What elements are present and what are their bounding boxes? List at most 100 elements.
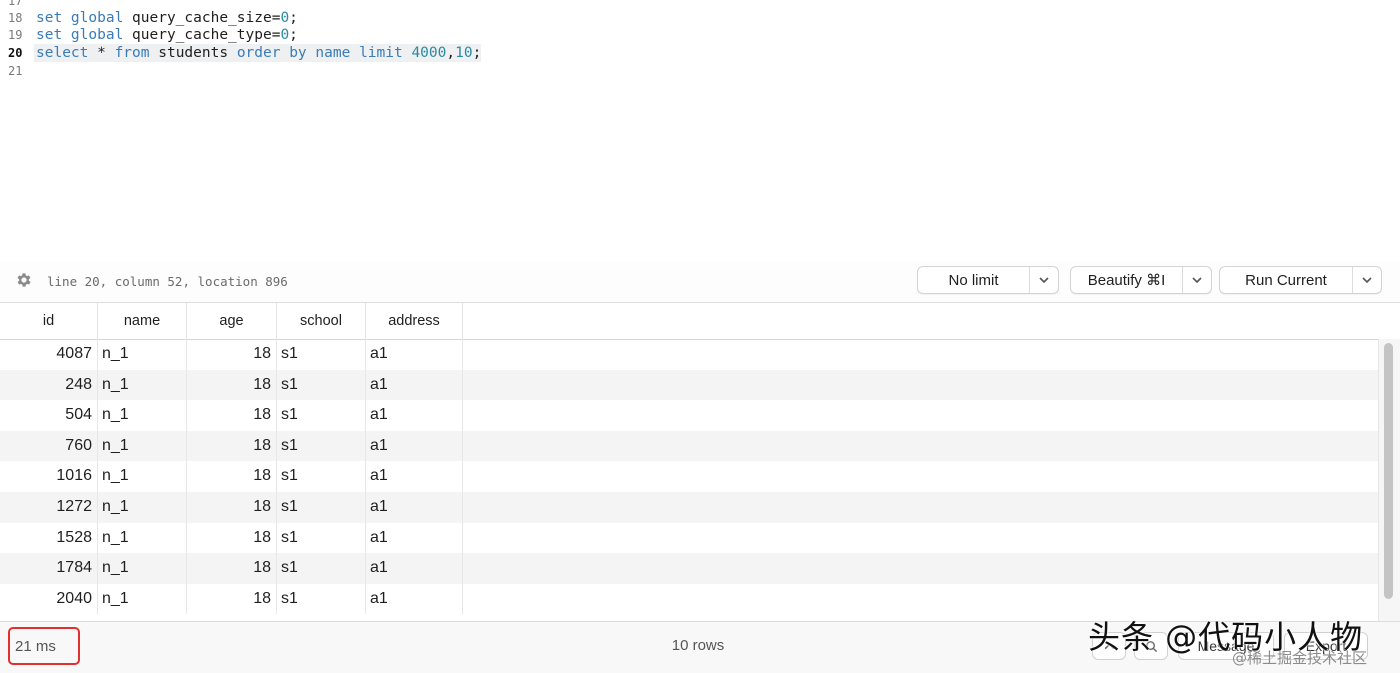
code-token: select [36,45,98,61]
code-line[interactable]: 19 set global query_cache_type=0; [0,26,298,44]
editor-toolbar: line 20, column 52, location 896 No limi… [0,262,1400,303]
column-header-name[interactable]: name [98,303,187,339]
line-number: 18 [8,11,23,25]
table-row[interactable]: 248 n_1 18 s1 a1 [0,369,1378,401]
cursor-position: line 20, column 52, location 896 [47,274,288,289]
table-cell-school[interactable]: s1 [277,400,366,431]
table-cell-age[interactable]: 18 [187,522,277,554]
code-token: by [289,45,316,61]
table-row[interactable]: 1016 n_1 18 s1 a1 [0,461,1378,492]
table-cell-school[interactable]: s1 [277,492,366,523]
code-text[interactable]: select * from students order by name lim… [34,44,482,62]
table-row[interactable]: 1784 n_1 18 s1 a1 [0,553,1378,584]
code-line[interactable]: 18 set global query_cache_size=0; [0,9,298,27]
code-token: ; [289,10,298,26]
line-number: 19 [8,28,23,42]
result-grid[interactable]: 4087 n_1 18 s1 a1 248 n_1 18 s1 a1 504 n_1 18 s1 a1 760… [0,339,1378,621]
code-token: order [236,45,290,61]
table-cell-school[interactable]: s1 [277,339,366,370]
table-cell-address[interactable]: a1 [366,522,463,554]
code-token: query_cache_size= [132,10,281,26]
code-text[interactable]: set global query_cache_size=0; [34,9,298,27]
table-cell-id[interactable]: 1528 [0,522,98,554]
code-token: 0 [280,27,290,43]
sql-editor[interactable]: 17 18 set global query_cache_size=0; 19 set … [0,0,1400,262]
table-cell-school[interactable]: s1 [277,522,366,554]
table-cell-age[interactable]: 18 [187,461,277,492]
table-cell-name[interactable]: n_1 [98,400,187,431]
code-token: query_cache_type= [132,27,281,43]
column-header-id[interactable]: id [0,303,98,339]
table-cell-age[interactable]: 18 [187,339,277,370]
table-cell-id[interactable]: 1784 [0,553,98,584]
vertical-scrollbar[interactable] [1378,339,1400,621]
watermark-subtext: @稀土掘金技术社区 [1232,649,1368,667]
code-token: set [36,27,71,43]
table-cell-address[interactable]: a1 [366,553,463,584]
code-token: * [97,45,115,61]
table-cell-id[interactable]: 504 [0,400,98,431]
table-cell-age[interactable]: 18 [187,553,277,584]
table-cell-name[interactable]: n_1 [98,492,187,523]
table-cell-address[interactable]: a1 [366,583,463,615]
table-cell-age[interactable]: 18 [187,492,277,523]
gear-icon[interactable] [15,271,33,289]
run-current-button[interactable]: Run Current [1219,266,1382,294]
table-cell-name[interactable]: n_1 [98,553,187,584]
table-cell-school[interactable]: s1 [277,461,366,492]
code-token: , [446,45,456,61]
code-line[interactable]: 20 select * from students order by name l… [0,44,482,62]
table-row[interactable]: 1272 n_1 18 s1 a1 [0,492,1378,523]
table-cell-name[interactable]: n_1 [98,430,187,462]
code-token: 4000 [411,45,447,61]
chevron-down-icon[interactable] [1352,267,1381,293]
table-cell-id[interactable]: 248 [0,369,98,401]
table-row[interactable]: 1528 n_1 18 s1 a1 [0,522,1378,554]
table-cell-address[interactable]: a1 [366,430,463,462]
table-cell-name[interactable]: n_1 [98,583,187,615]
table-cell-name[interactable]: n_1 [98,522,187,554]
column-header-age[interactable]: age [187,303,277,339]
table-cell-school[interactable]: s1 [277,369,366,401]
table-cell-id[interactable]: 1272 [0,492,98,523]
table-cell-age[interactable]: 18 [187,430,277,462]
table-cell-id[interactable]: 2040 [0,583,98,615]
code-token: global [70,10,133,26]
code-token: limit [359,45,412,61]
table-cell-id[interactable]: 1016 [0,461,98,492]
table-cell-address[interactable]: a1 [366,369,463,401]
chevron-down-icon[interactable] [1182,267,1211,293]
scrollbar-thumb[interactable] [1384,343,1393,599]
table-cell-name[interactable]: n_1 [98,461,187,492]
table-cell-school[interactable]: s1 [277,430,366,462]
table-cell-school[interactable]: s1 [277,553,366,584]
table-cell-age[interactable]: 18 [187,400,277,431]
run-current-button-label[interactable]: Run Current [1220,267,1352,293]
table-row[interactable]: 4087 n_1 18 s1 a1 [0,339,1378,370]
column-header-address[interactable]: address [366,303,463,339]
table-cell-age[interactable]: 18 [187,583,277,615]
table-cell-age[interactable]: 18 [187,369,277,401]
query-duration: 21 ms [8,627,80,665]
table-row[interactable]: 760 n_1 18 s1 a1 [0,430,1378,462]
table-cell-id[interactable]: 760 [0,430,98,462]
column-header-school[interactable]: school [277,303,366,339]
table-row[interactable]: 504 n_1 18 s1 a1 [0,400,1378,431]
code-text[interactable]: set global query_cache_type=0; [34,26,298,44]
beautify-button[interactable]: Beautify ⌘I [1070,266,1212,294]
table-cell-address[interactable]: a1 [366,400,463,431]
table-cell-id[interactable]: 4087 [0,339,98,370]
table-cell-address[interactable]: a1 [366,339,463,370]
chevron-down-icon[interactable] [1029,267,1058,293]
beautify-button-label[interactable]: Beautify ⌘I [1071,267,1182,293]
limit-select[interactable]: No limit [917,266,1059,294]
table-row[interactable]: 2040 n_1 18 s1 a1 [0,583,1378,615]
code-line[interactable]: 21 [0,62,36,80]
table-cell-address[interactable]: a1 [366,461,463,492]
limit-select-label[interactable]: No limit [918,267,1029,293]
table-cell-name[interactable]: n_1 [98,369,187,401]
table-cell-school[interactable]: s1 [277,583,366,615]
table-cell-name[interactable]: n_1 [98,339,187,370]
line-number: 20 [8,46,23,60]
table-cell-address[interactable]: a1 [366,492,463,523]
